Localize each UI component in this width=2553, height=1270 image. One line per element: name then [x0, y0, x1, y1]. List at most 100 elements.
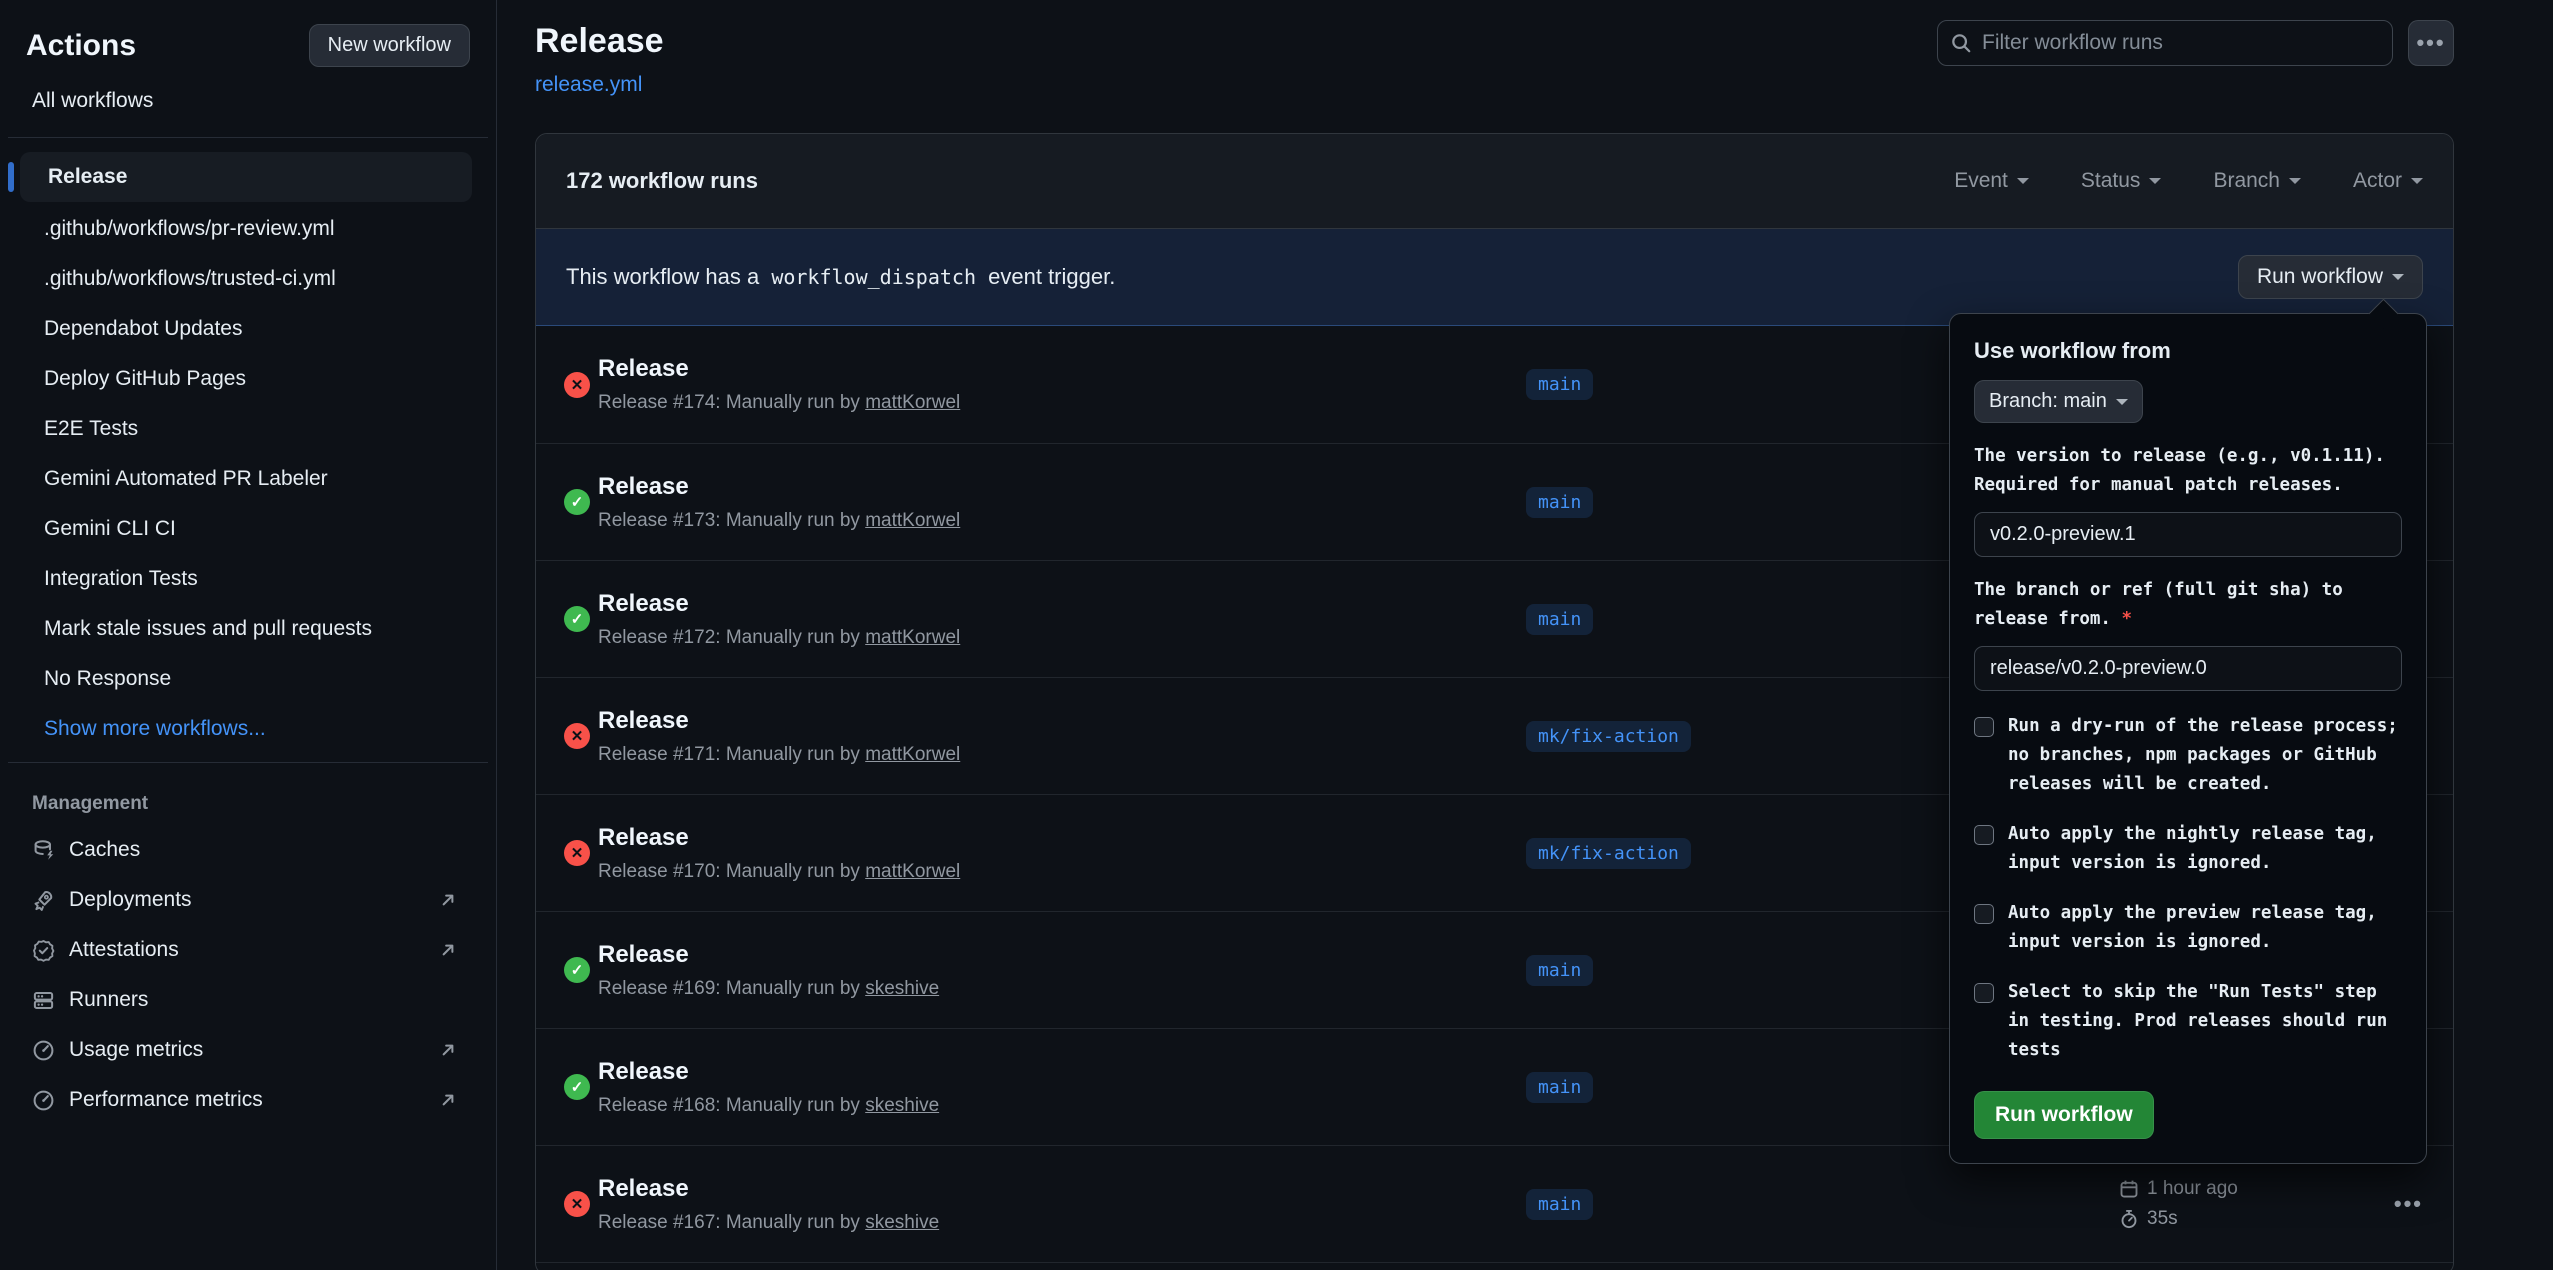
failure-status-icon: ✕ [564, 372, 590, 398]
dialog-checkbox-row[interactable]: Select to skip the "Run Tests" step in t… [1974, 978, 2402, 1065]
workflow-dispatch-banner: This workflow has a workflow_dispatch ev… [536, 229, 2453, 326]
actions-page: Actions New workflow All workflows Relea… [0, 0, 2553, 1270]
run-description: Release #172: Manually run by mattKorwel [598, 627, 960, 649]
version-input[interactable] [1974, 512, 2402, 557]
run-title-link[interactable]: Release [598, 1058, 939, 1086]
sidebar-item-workflow[interactable]: Integration Tests [12, 554, 484, 604]
required-asterisk: * [2122, 609, 2133, 629]
branch-badge[interactable]: main [1526, 604, 1593, 635]
workflow-dispatch-code: workflow_dispatch [765, 265, 982, 289]
ref-input-description: The branch or ref (full git sha) to rele… [1974, 576, 2402, 634]
dialog-checkbox[interactable] [1974, 717, 1994, 737]
dialog-checkbox-list: Run a dry-run of the release process; no… [1974, 712, 2402, 1065]
sidebar-item-workflow[interactable]: Release [20, 152, 472, 202]
workflow-runs-count: 172 workflow runs [566, 168, 758, 194]
run-title-link[interactable]: Release [598, 707, 960, 735]
sidebar-item-workflow[interactable]: No Response [12, 654, 484, 704]
dialog-checkbox-row[interactable]: Auto apply the nightly release tag, inpu… [1974, 820, 2402, 878]
run-options-kebab-button[interactable]: ••• [2394, 1191, 2423, 1217]
chevron-down-icon [2392, 274, 2404, 286]
run-workflow-dropdown-button[interactable]: Run workflow [2238, 255, 2423, 299]
server-icon [32, 989, 55, 1012]
sidebar-item-deployments[interactable]: Deployments [0, 875, 496, 925]
sidebar-item-workflow[interactable]: Dependabot Updates [12, 304, 484, 354]
branch-badge[interactable]: mk/fix-action [1526, 721, 1691, 752]
sidebar-divider [8, 762, 488, 763]
actor-link[interactable]: mattKorwel [865, 627, 960, 648]
sidebar-item-attestations[interactable]: Attestations [0, 925, 496, 975]
run-filters: Event Status Branch Actor [1954, 169, 2423, 193]
run-workflow-submit-button[interactable]: Run workflow [1974, 1091, 2154, 1139]
failure-status-icon: ✕ [564, 1191, 590, 1217]
failure-status-icon: ✕ [564, 723, 590, 749]
filter-workflow-runs-box[interactable] [1937, 20, 2393, 66]
sidebar-item-runners[interactable]: Runners [0, 975, 496, 1025]
run-title-link[interactable]: Release [598, 941, 939, 969]
dispatch-banner-text: This workflow has a workflow_dispatch ev… [566, 264, 1115, 290]
filter-workflow-runs-input[interactable] [1982, 31, 2380, 55]
sidebar-item-workflow[interactable]: Deploy GitHub Pages [12, 354, 484, 404]
sidebar-item-workflow[interactable]: Mark stale issues and pull requests [12, 604, 484, 654]
sidebar-item-workflow[interactable]: E2E Tests [12, 404, 484, 454]
actor-link[interactable]: mattKorwel [865, 744, 960, 765]
branch-badge[interactable]: main [1526, 1072, 1593, 1103]
main-content: Release release.yml ••• 172 workflow run… [497, 0, 2553, 1270]
dialog-checkbox[interactable] [1974, 904, 1994, 924]
new-workflow-button[interactable]: New workflow [309, 24, 470, 67]
sidebar-item-workflow[interactable]: .github/workflows/pr-review.yml [12, 204, 484, 254]
partial-run-row [536, 1262, 2453, 1270]
filter-branch[interactable]: Branch [2213, 169, 2301, 193]
workflow-list: Release.github/workflows/pr-review.yml.g… [0, 142, 496, 758]
dialog-checkbox[interactable] [1974, 983, 1994, 1003]
branch-badge[interactable]: main [1526, 1189, 1593, 1220]
filter-status[interactable]: Status [2081, 169, 2162, 193]
actor-link[interactable]: skeshive [865, 1095, 939, 1116]
external-link-icon [438, 940, 458, 960]
filter-actor[interactable]: Actor [2353, 169, 2423, 193]
dialog-checkbox-row[interactable]: Auto apply the preview release tag, inpu… [1974, 899, 2402, 957]
run-description: Release #174: Manually run by mattKorwel [598, 392, 960, 414]
actor-link[interactable]: mattKorwel [865, 861, 960, 882]
dialog-checkbox[interactable] [1974, 825, 1994, 845]
run-description: Release #169: Manually run by skeshive [598, 978, 939, 1000]
branch-select-button[interactable]: Branch: main [1974, 380, 2143, 423]
workflow-options-kebab-button[interactable]: ••• [2408, 20, 2454, 66]
sidebar-title: Actions [26, 29, 136, 63]
run-title-link[interactable]: Release [598, 355, 960, 383]
page-header: Release release.yml ••• [535, 0, 2454, 133]
branch-badge[interactable]: mk/fix-action [1526, 838, 1691, 869]
calendar-icon [2119, 1179, 2139, 1199]
filter-event[interactable]: Event [1954, 169, 2029, 193]
branch-badge[interactable]: main [1526, 369, 1593, 400]
run-description: Release #171: Manually run by mattKorwel [598, 744, 960, 766]
sidebar-item-workflow[interactable]: Gemini Automated PR Labeler [12, 454, 484, 504]
dialog-title: Use workflow from [1974, 338, 2402, 364]
run-title-link[interactable]: Release [598, 1175, 939, 1203]
sidebar-item-performance-metrics[interactable]: Performance metrics [0, 1075, 496, 1125]
dialog-checkbox-row[interactable]: Run a dry-run of the release process; no… [1974, 712, 2402, 799]
actor-link[interactable]: mattKorwel [865, 510, 960, 531]
sidebar-item-workflow[interactable]: Show more workflows... [12, 704, 484, 754]
run-title-link[interactable]: Release [598, 473, 960, 501]
run-timing: 1 hour ago35s [2119, 1178, 2238, 1230]
ref-input[interactable] [1974, 646, 2402, 691]
branch-badge[interactable]: main [1526, 487, 1593, 518]
actor-link[interactable]: mattKorwel [865, 392, 960, 413]
success-status-icon: ✓ [564, 489, 590, 515]
success-status-icon: ✓ [564, 957, 590, 983]
management-item-label: Deployments [69, 888, 424, 912]
sidebar-item-usage-metrics[interactable]: Usage metrics [0, 1025, 496, 1075]
run-title-link[interactable]: Release [598, 824, 960, 852]
management-item-label: Attestations [69, 938, 424, 962]
run-title-link[interactable]: Release [598, 590, 960, 618]
sidebar-item-workflow[interactable]: Gemini CLI CI [12, 504, 484, 554]
run-description: Release #173: Manually run by mattKorwel [598, 510, 960, 532]
sidebar-item-caches[interactable]: Caches [0, 825, 496, 875]
actor-link[interactable]: skeshive [865, 1212, 939, 1233]
workflow-file-link[interactable]: release.yml [535, 73, 642, 97]
branch-badge[interactable]: main [1526, 955, 1593, 986]
sidebar-item-workflow[interactable]: .github/workflows/trusted-ci.yml [12, 254, 484, 304]
sidebar-item-all-workflows[interactable]: All workflows [0, 67, 496, 133]
actor-link[interactable]: skeshive [865, 978, 939, 999]
meter-icon [32, 1039, 55, 1062]
